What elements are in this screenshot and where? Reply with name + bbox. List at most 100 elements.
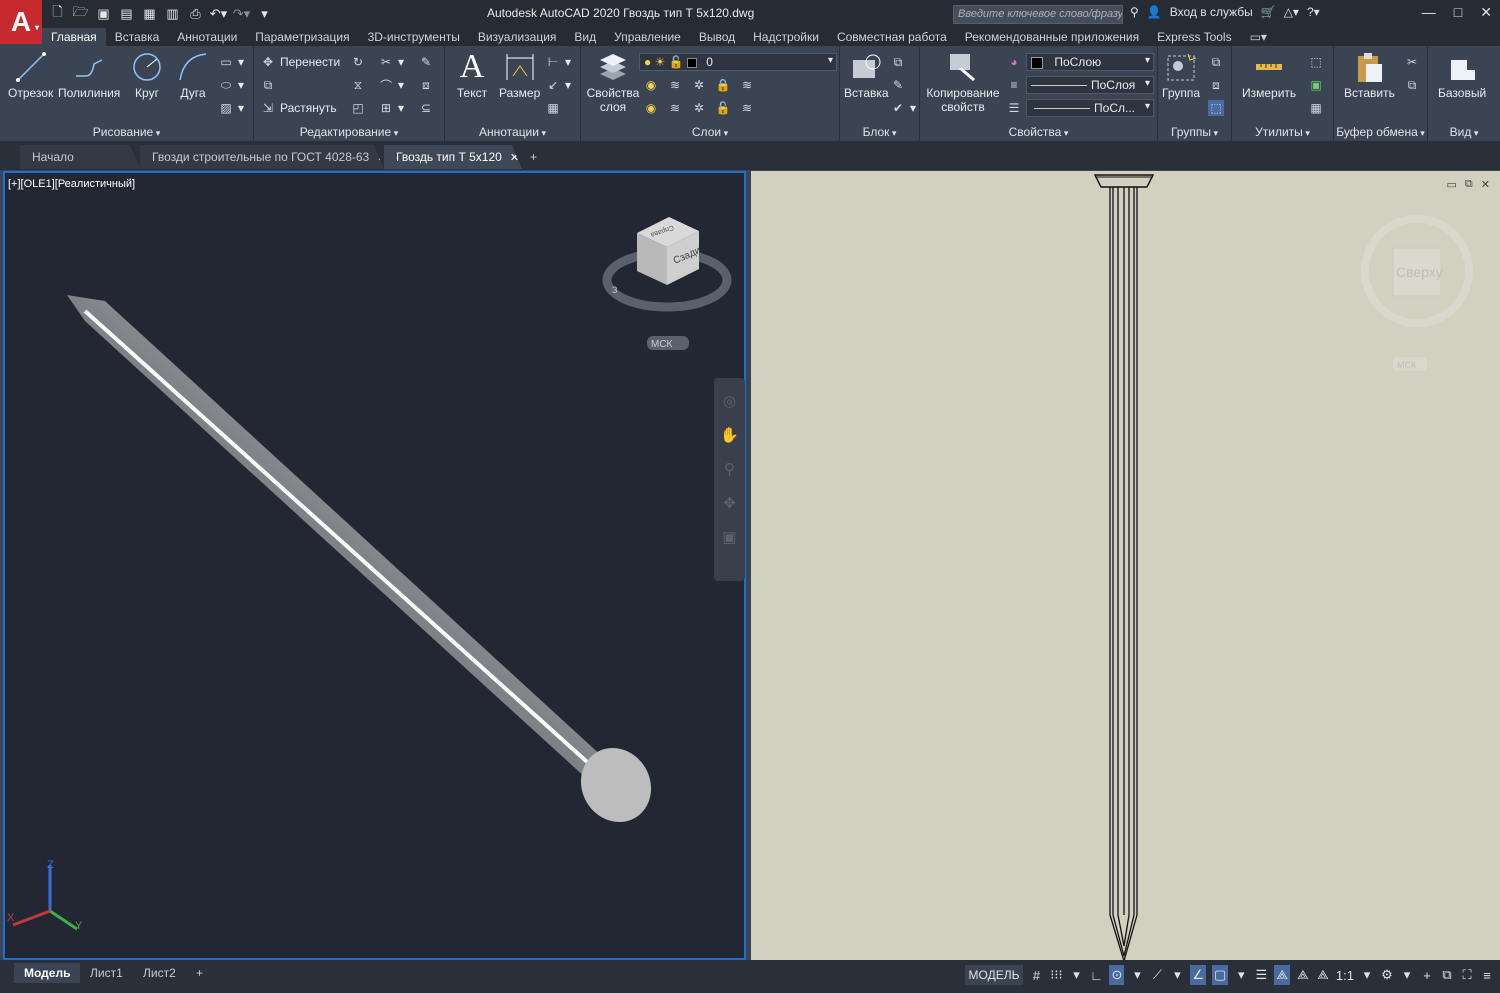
undo-icon[interactable]: ↶▾	[209, 4, 228, 24]
polar-dropdown-icon[interactable]: ▾	[1130, 965, 1144, 985]
cut-button[interactable]: ✂	[1404, 54, 1420, 70]
tab-annotate[interactable]: Аннотации	[168, 28, 246, 46]
panel-annotation-title[interactable]: Аннотации	[445, 125, 580, 139]
paste-button[interactable]: Вставить	[1344, 50, 1395, 100]
layout-tab-sheet1[interactable]: Лист1	[80, 963, 133, 983]
panel-clipboard-title[interactable]: Буфер обмена	[1334, 125, 1427, 139]
linear-dim-button[interactable]: ⊢ ▾	[545, 54, 571, 70]
orbit-icon[interactable]: ✥	[723, 494, 736, 512]
rectangle-button[interactable]: ▭ ▾	[218, 54, 244, 70]
binoculars-icon[interactable]: ⚲	[1130, 5, 1139, 19]
tab-3d-tools[interactable]: 3D-инструменты	[359, 28, 469, 46]
base-view-button[interactable]: Базовый	[1438, 50, 1486, 100]
viewport-2d[interactable]: ▭ ⧉ ✕ Сверху МСК	[751, 171, 1500, 960]
panel-groups-title[interactable]: Группы	[1158, 125, 1231, 139]
close-icon[interactable]: ✕	[1480, 4, 1492, 21]
edit-block-button[interactable]: ✎	[890, 77, 906, 93]
grid-icon[interactable]: #	[1029, 965, 1043, 985]
redo-icon[interactable]: ↷▾	[232, 4, 251, 24]
circle-button[interactable]: Круг	[130, 50, 164, 100]
viewport-3d[interactable]: [+][OLE1][Реалистичный] Сзади Справа З М…	[3, 171, 746, 960]
tab-home[interactable]: Главная	[42, 28, 106, 46]
text-button[interactable]: A Текст	[455, 50, 489, 101]
snap-dropdown-icon[interactable]: ▾	[1069, 965, 1083, 985]
insert-block-button[interactable]: Вставка	[844, 50, 889, 100]
layer-thaw-icon[interactable]: ✲	[691, 100, 707, 116]
tab-manage[interactable]: Управление	[605, 28, 690, 46]
quick-select-button[interactable]: ⬚	[1308, 54, 1324, 70]
stretch-button[interactable]: ⇲ Растянуть	[260, 100, 337, 116]
group-edit-button[interactable]: ⧈	[1208, 77, 1224, 93]
polyline-button[interactable]: Полилиния	[58, 50, 120, 100]
save-icon[interactable]: ▣	[94, 4, 113, 24]
model-space-button[interactable]: МОДЕЛЬ	[964, 965, 1024, 985]
layer-dropdown[interactable]: ● ☀ 🔓 0	[639, 53, 837, 71]
maximize-icon[interactable]: □	[1454, 4, 1462, 21]
lineweight-dropdown[interactable]: ПоСл...	[1026, 99, 1154, 117]
object-snap-icon[interactable]: ▢	[1212, 965, 1229, 985]
print-icon[interactable]: ⎙	[186, 4, 205, 24]
isolate-objects-icon[interactable]: ⧉	[1440, 965, 1454, 985]
copy-clip-button[interactable]: ⧉	[1404, 77, 1420, 93]
scale-button[interactable]: ◰	[350, 100, 366, 116]
panel-draw-title[interactable]: Рисование	[0, 125, 253, 139]
minimize-icon[interactable]: —	[1422, 4, 1436, 21]
layer-on-icon[interactable]: ◉	[643, 77, 659, 93]
trim-button[interactable]: ✂ ▾	[378, 54, 404, 70]
tab-insert[interactable]: Вставка	[106, 28, 169, 46]
linetype-dropdown[interactable]: ПоСлоя	[1026, 76, 1154, 94]
new-tab-button[interactable]: +	[522, 145, 552, 169]
copy-button[interactable]: ⧉	[260, 77, 276, 93]
open-icon[interactable]: 🗁	[71, 4, 90, 24]
user-icon[interactable]: 👤	[1147, 5, 1162, 19]
tab-addins[interactable]: Надстройки	[744, 28, 828, 46]
scale-dropdown-icon[interactable]: ▾	[1360, 965, 1374, 985]
ortho-icon[interactable]: ∟	[1089, 965, 1103, 985]
layer-lock-icon[interactable]: 🔒	[715, 77, 731, 93]
panel-view-title[interactable]: Вид	[1428, 125, 1500, 139]
layout-tab-model[interactable]: Модель	[14, 963, 81, 983]
calculator-button[interactable]: ▦	[1308, 100, 1324, 116]
layer-unisolate-icon[interactable]: ◉	[643, 100, 659, 116]
tab-express-tools[interactable]: Express Tools	[1148, 28, 1240, 46]
publish-icon[interactable]: ▥	[163, 4, 182, 24]
measure-button[interactable]: Измерить	[1242, 50, 1296, 100]
signin-button[interactable]: Вход в службы	[1170, 5, 1253, 19]
doc-tab-start[interactable]: Начало	[20, 145, 140, 169]
layer-properties-button[interactable]: Свойства слоя	[585, 50, 641, 114]
osnap-dropdown-icon[interactable]: ▾	[1234, 965, 1248, 985]
panel-block-title[interactable]: Блок	[840, 125, 919, 139]
move-button[interactable]: ✥ Перенести	[260, 54, 340, 70]
autodesk-app-icon[interactable]: △▾	[1284, 5, 1299, 19]
close-tab-icon[interactable]: ✕	[510, 152, 519, 164]
cart-icon[interactable]: 🛒	[1261, 5, 1276, 19]
annotation-visibility-icon[interactable]: ⟁	[1274, 965, 1290, 985]
view-cube-top[interactable]: Сверху МСК	[1361, 215, 1473, 371]
add-icon[interactable]: +	[1420, 965, 1434, 985]
explode-button[interactable]: ⧈	[418, 77, 434, 93]
save-as-icon[interactable]: ▤	[117, 4, 136, 24]
steering-wheel-icon[interactable]: ◎	[723, 392, 736, 410]
layer-isolate-icon[interactable]: ≋	[667, 77, 683, 93]
table-button[interactable]: ▦	[545, 100, 561, 116]
app-menu-button[interactable]: A ▾	[0, 0, 42, 44]
layer-match-icon[interactable]: ≋	[739, 77, 755, 93]
new-icon[interactable]: 🗋	[48, 4, 67, 24]
snap-icon[interactable]: ⁝⁝⁝	[1049, 965, 1063, 985]
ungroup-button[interactable]: ⧉	[1208, 54, 1224, 70]
erase-button[interactable]: ✎	[418, 54, 434, 70]
customize-menu-icon[interactable]: ≡	[1480, 965, 1494, 985]
mirror-button[interactable]: ⧖	[350, 77, 366, 93]
group-button[interactable]: Группа	[1162, 50, 1200, 100]
leader-button[interactable]: ↙ ▾	[545, 77, 571, 93]
isodraft-icon[interactable]: ⟋	[1150, 965, 1164, 985]
workspace-gear-icon[interactable]: ⚙	[1380, 965, 1394, 985]
scale-value[interactable]: 1:1	[1336, 965, 1354, 985]
auto-scale-icon[interactable]: ⟁	[1296, 965, 1310, 985]
gradient-button[interactable]: ▨ ▾	[218, 100, 244, 116]
customize-qat-icon[interactable]: ▾	[255, 4, 274, 24]
create-block-button[interactable]: ⧉	[890, 54, 906, 70]
showmotion-icon[interactable]: ▣	[722, 528, 736, 546]
line-button[interactable]: Отрезок	[8, 50, 53, 100]
layer-unlock-icon[interactable]: 🔓	[715, 100, 731, 116]
